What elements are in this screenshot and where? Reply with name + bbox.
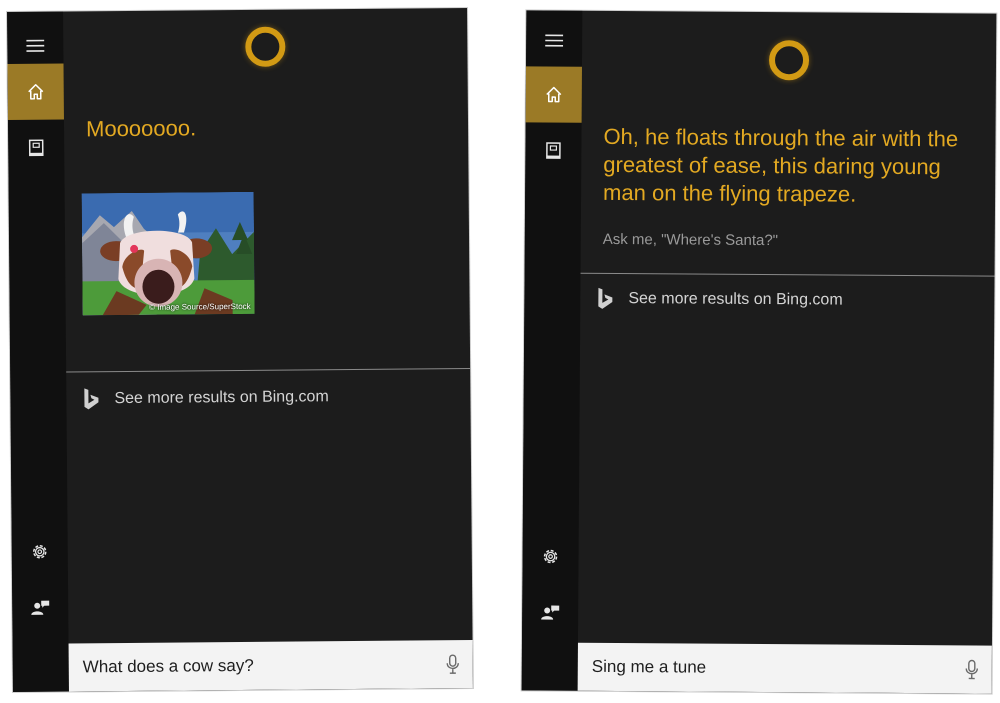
microphone-icon (446, 654, 459, 674)
microphone-button[interactable] (433, 654, 473, 674)
cortana-answer: Oh, he floats through the air with the g… (603, 123, 959, 207)
gear-icon (543, 549, 558, 564)
notebook-icon (28, 139, 44, 157)
feedback-icon (541, 605, 560, 620)
bing-logo-icon (84, 388, 99, 410)
hamburger-icon (26, 39, 45, 52)
main-content: Oh, he floats through the air with the g… (577, 11, 997, 694)
bing-link[interactable]: See more results on Bing.com (82, 384, 460, 411)
cow-image[interactable]: © Image Source/SuperStock (81, 191, 255, 316)
microphone-icon (965, 659, 978, 680)
home-icon (546, 86, 562, 103)
notebook-icon (546, 142, 561, 159)
cortana-ring-icon (245, 26, 286, 67)
cortana-panel-tune: Oh, he floats through the air with the g… (521, 10, 997, 694)
bing-logo-icon (598, 287, 613, 309)
search-bar[interactable]: Sing me a tune (577, 642, 992, 694)
home-button[interactable] (7, 63, 64, 121)
main-content: Mooooooo. © Image Source/SuperStock See … (63, 8, 473, 692)
cortana-answer: Mooooooo. (85, 115, 197, 142)
hamburger-icon (545, 34, 564, 47)
divider (66, 367, 471, 373)
sidebar (521, 10, 583, 691)
sidebar (7, 11, 69, 692)
bing-link-label: See more results on Bing.com (114, 388, 329, 408)
bing-link-label: See more results on Bing.com (628, 290, 843, 309)
search-input[interactable]: Sing me a tune (578, 657, 952, 680)
bing-link[interactable]: See more results on Bing.com (596, 287, 984, 314)
settings-button[interactable] (12, 524, 68, 580)
feedback-button[interactable] (522, 584, 578, 640)
feedback-icon (31, 600, 50, 615)
gear-icon (33, 545, 47, 559)
search-bar[interactable]: What does a cow say? (68, 639, 473, 692)
home-button[interactable] (525, 66, 582, 123)
suggestion-hint: Ask me, "Where's Santa?" (602, 230, 779, 250)
cow-photo (81, 191, 255, 316)
settings-button[interactable] (522, 528, 578, 584)
notebook-button[interactable] (8, 120, 64, 176)
cortana-ring-icon (768, 40, 810, 81)
microphone-button[interactable] (952, 659, 992, 680)
search-input[interactable]: What does a cow say? (69, 654, 433, 677)
image-credit: © Image Source/SuperStock (149, 301, 251, 312)
home-icon (28, 84, 44, 100)
menu-button[interactable] (526, 12, 582, 68)
cortana-panel-cow: Mooooooo. © Image Source/SuperStock See … (7, 8, 473, 692)
divider (580, 272, 995, 277)
notebook-button[interactable] (525, 122, 581, 178)
feedback-button[interactable] (12, 580, 68, 636)
